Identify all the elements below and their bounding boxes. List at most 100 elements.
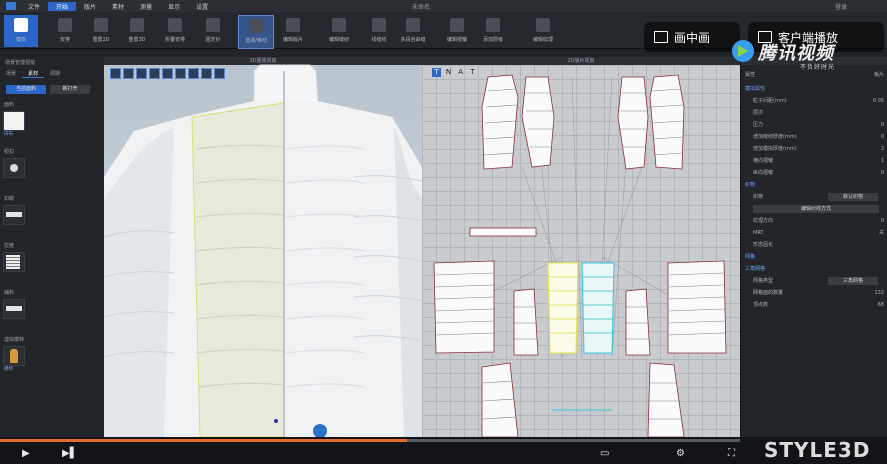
property-value[interactable]: 0.05 — [873, 97, 884, 106]
panel-tab[interactable]: 素材 — [22, 69, 45, 78]
property-row: 压力 0 — [745, 121, 884, 130]
library-category[interactable]: 虚拟模特 — [4, 336, 24, 343]
library-thumbnail[interactable] — [3, 252, 25, 272]
property-label: 纵向褶皱 — [753, 170, 774, 176]
ribbon-button-label: 重置3D — [128, 37, 146, 43]
ribbon-button-label: 编辑褶皱 — [446, 37, 467, 43]
property-section[interactable]: 三角网格 — [745, 265, 765, 272]
tool-icon — [94, 18, 108, 32]
property-label: MRT — [753, 230, 764, 236]
property-value[interactable]: 68 — [878, 301, 884, 310]
ribbon-button[interactable]: 编辑褶皱 — [440, 15, 474, 47]
property-row: 形态固化 — [745, 241, 884, 250]
property-value[interactable]: 1 — [881, 157, 884, 166]
ribbon-button[interactable]: 编辑版片 — [276, 15, 310, 47]
menu-item[interactable]: 开始 — [48, 1, 77, 11]
property-value[interactable]: 132 — [874, 289, 884, 298]
panel-tab[interactable]: 场景 — [0, 69, 22, 78]
ribbon-button-label: 编辑缝纫 — [328, 37, 349, 43]
property-value[interactable]: 默认织物 — [828, 193, 878, 201]
library-thumbnail[interactable] — [3, 205, 25, 225]
view-2d[interactable]: 2D版片视窗 TNAT — [422, 57, 740, 437]
ribbon-button[interactable]: 选择/移动 — [238, 15, 274, 49]
ribbon-button[interactable]: 编辑缝纫 — [322, 15, 356, 47]
library-thumbnail[interactable] — [3, 111, 25, 131]
property-section[interactable]: 织物 — [745, 181, 755, 188]
property-row: 纹理方向 0 — [745, 217, 884, 226]
pip-button[interactable]: 画中画 — [644, 22, 740, 52]
property-label: 压力 — [753, 122, 764, 128]
property-section[interactable]: 网格 — [745, 253, 755, 260]
menu-item[interactable]: 测量 — [132, 2, 160, 11]
ribbon-button-label: 多段自由缝 — [400, 37, 426, 43]
property-value[interactable]: 三角网格 — [828, 277, 878, 285]
ribbon-button[interactable]: 重置3D — [120, 15, 154, 47]
property-panel-type: 板片 — [873, 72, 884, 78]
edit-yarn-button[interactable]: 编辑纱线方式 — [753, 205, 879, 213]
property-value[interactable]: 关 — [879, 229, 884, 238]
ribbon-button[interactable]: 重置2D — [84, 15, 118, 47]
settings-icon[interactable]: ⚙ — [676, 448, 685, 462]
scene-manager-panel: 场景管理视窗 场景 素材 周期 当前面料 新打开 面料 白布 纽扣 扣眼 拉链 辅料 虚拟模特模… — [0, 57, 105, 437]
library-category[interactable]: 纽扣 — [4, 148, 14, 155]
ribbon-button[interactable]: 添加层级 — [476, 15, 510, 47]
thumbnail-art — [6, 306, 22, 311]
tencent-video-logo-icon — [732, 40, 754, 62]
menu-item[interactable]: 版片 — [76, 2, 104, 11]
library-thumbnail[interactable] — [3, 299, 25, 319]
property-section[interactable]: 模拟属性 — [745, 85, 765, 92]
ribbon-button[interactable]: 模拟 — [4, 15, 38, 47]
ribbon-button-label: 固定针 — [205, 37, 221, 43]
property-value[interactable]: 0 — [881, 121, 884, 130]
login-link[interactable]: 登录 — [835, 2, 847, 11]
ribbon-button-label: 折叠安排 — [164, 37, 185, 43]
tool-icon — [206, 18, 220, 32]
property-label: 层次 — [753, 110, 764, 116]
property-label: 纹理方向 — [753, 218, 774, 224]
next-icon[interactable]: ▶▌ — [62, 448, 77, 462]
property-row: 顶点数 68 — [745, 301, 884, 310]
ribbon-button[interactable]: 安排 — [48, 15, 82, 47]
library-category[interactable]: 辅料 — [4, 289, 14, 296]
property-value[interactable]: 0 — [881, 169, 884, 178]
ribbon-button-label: 重置2D — [92, 37, 110, 43]
app-logo — [6, 2, 16, 10]
library-category[interactable]: 面料 — [4, 101, 14, 108]
ribbon-button[interactable]: 多段自由缝 — [396, 15, 430, 47]
fullscreen-icon[interactable]: ⛶ — [728, 448, 735, 462]
ribbon-button-label: 编辑版片 — [282, 37, 303, 43]
new-open-button[interactable]: 新打开 — [50, 85, 90, 94]
ribbon-button[interactable]: 折叠安排 — [158, 15, 192, 47]
panel-title: 场景管理视窗 — [5, 60, 36, 66]
current-fabric-button[interactable]: 当前面料 — [6, 85, 46, 94]
library-thumbnail[interactable] — [3, 346, 25, 366]
thumbnail-art — [10, 349, 18, 363]
property-label: 网格类型 — [753, 278, 774, 284]
thumbnail-art — [6, 255, 20, 269]
menu-item[interactable]: 文件 — [20, 2, 48, 11]
property-label: 增加缝纫厚度(mm) — [753, 134, 797, 140]
library-thumbnail[interactable] — [3, 158, 25, 178]
property-label: 织物 — [753, 194, 764, 200]
view-3d[interactable]: 3D服装视窗 — [104, 57, 422, 437]
ribbon-button[interactable]: 线缝纫 — [362, 15, 396, 47]
property-value[interactable]: 2 — [881, 145, 884, 154]
document-title: 未命名 — [412, 4, 431, 11]
progress-bar[interactable] — [0, 439, 740, 442]
property-value[interactable]: 0 — [881, 133, 884, 142]
property-row: 织物 默认织物 — [745, 193, 884, 202]
menu-item[interactable]: 设置 — [188, 2, 216, 11]
library-category[interactable]: 拉链 — [4, 242, 14, 249]
property-value[interactable]: 0 — [881, 217, 884, 226]
pattern-pieces — [433, 74, 727, 437]
property-row: 增加缝纫厚度(mm) 0 — [745, 133, 884, 142]
menu-item[interactable]: 素材 — [104, 2, 132, 11]
menu-item[interactable]: 显示 — [160, 2, 188, 11]
ribbon-button[interactable]: 编辑纹理 — [526, 15, 560, 47]
library-category[interactable]: 扣眼 — [4, 195, 14, 202]
panel-tab[interactable]: 周期 — [44, 69, 66, 78]
quality-icon[interactable]: ▭ — [600, 448, 609, 462]
ribbon-button[interactable]: 固定针 — [196, 15, 230, 47]
property-label: 增加模拟厚度(mm) — [753, 146, 797, 152]
play-icon[interactable]: ▶ — [22, 448, 30, 462]
